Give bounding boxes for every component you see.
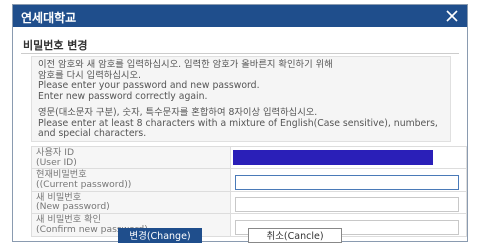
section-title: 비밀번호 변경 xyxy=(23,39,88,52)
new-password-input[interactable] xyxy=(235,197,459,212)
dialog-title: 연세대학교 xyxy=(21,11,77,25)
user-id-row: 사용자 ID (User ID) xyxy=(31,146,467,169)
instruction-notice: 이전 암호와 새 암호를 입력하십시오. 입력한 암호가 올바른지 확인하기 위… xyxy=(31,56,451,142)
cancel-button[interactable]: 취소(Cancle) xyxy=(248,228,342,243)
current-password-row: 현재비밀번호 ((Current password)) xyxy=(31,168,467,192)
section-divider xyxy=(21,53,459,54)
current-password-label: 현재비밀번호 ((Current password)) xyxy=(31,168,231,192)
user-id-label: 사용자 ID (User ID) xyxy=(31,146,231,169)
dialog-titlebar: 연세대학교 xyxy=(13,5,467,27)
new-password-row: 새 비밀번호 (New password) xyxy=(31,190,467,214)
password-change-dialog: 연세대학교 비밀번호 변경 이전 암호와 새 암호를 입력하십시오. 입력한 암… xyxy=(12,4,468,242)
new-password-label: 새 비밀번호 (New password) xyxy=(31,190,231,214)
user-id-value-redacted xyxy=(233,150,433,165)
notice-paragraph-1: 이전 암호와 새 암호를 입력하십시오. 입력한 암호가 올바른지 확인하기 위… xyxy=(38,59,333,102)
close-icon[interactable] xyxy=(445,9,459,23)
password-form: 사용자 ID (User ID) 현재비밀번호 ((Current passwo… xyxy=(31,146,467,237)
current-password-input[interactable] xyxy=(235,174,459,190)
notice-paragraph-2: 영문(대소문자 구분), 숫자, 특수문자를 혼합하여 8자이상 입력하십시오.… xyxy=(38,107,438,139)
change-button[interactable]: 변경(Change) xyxy=(118,228,202,243)
